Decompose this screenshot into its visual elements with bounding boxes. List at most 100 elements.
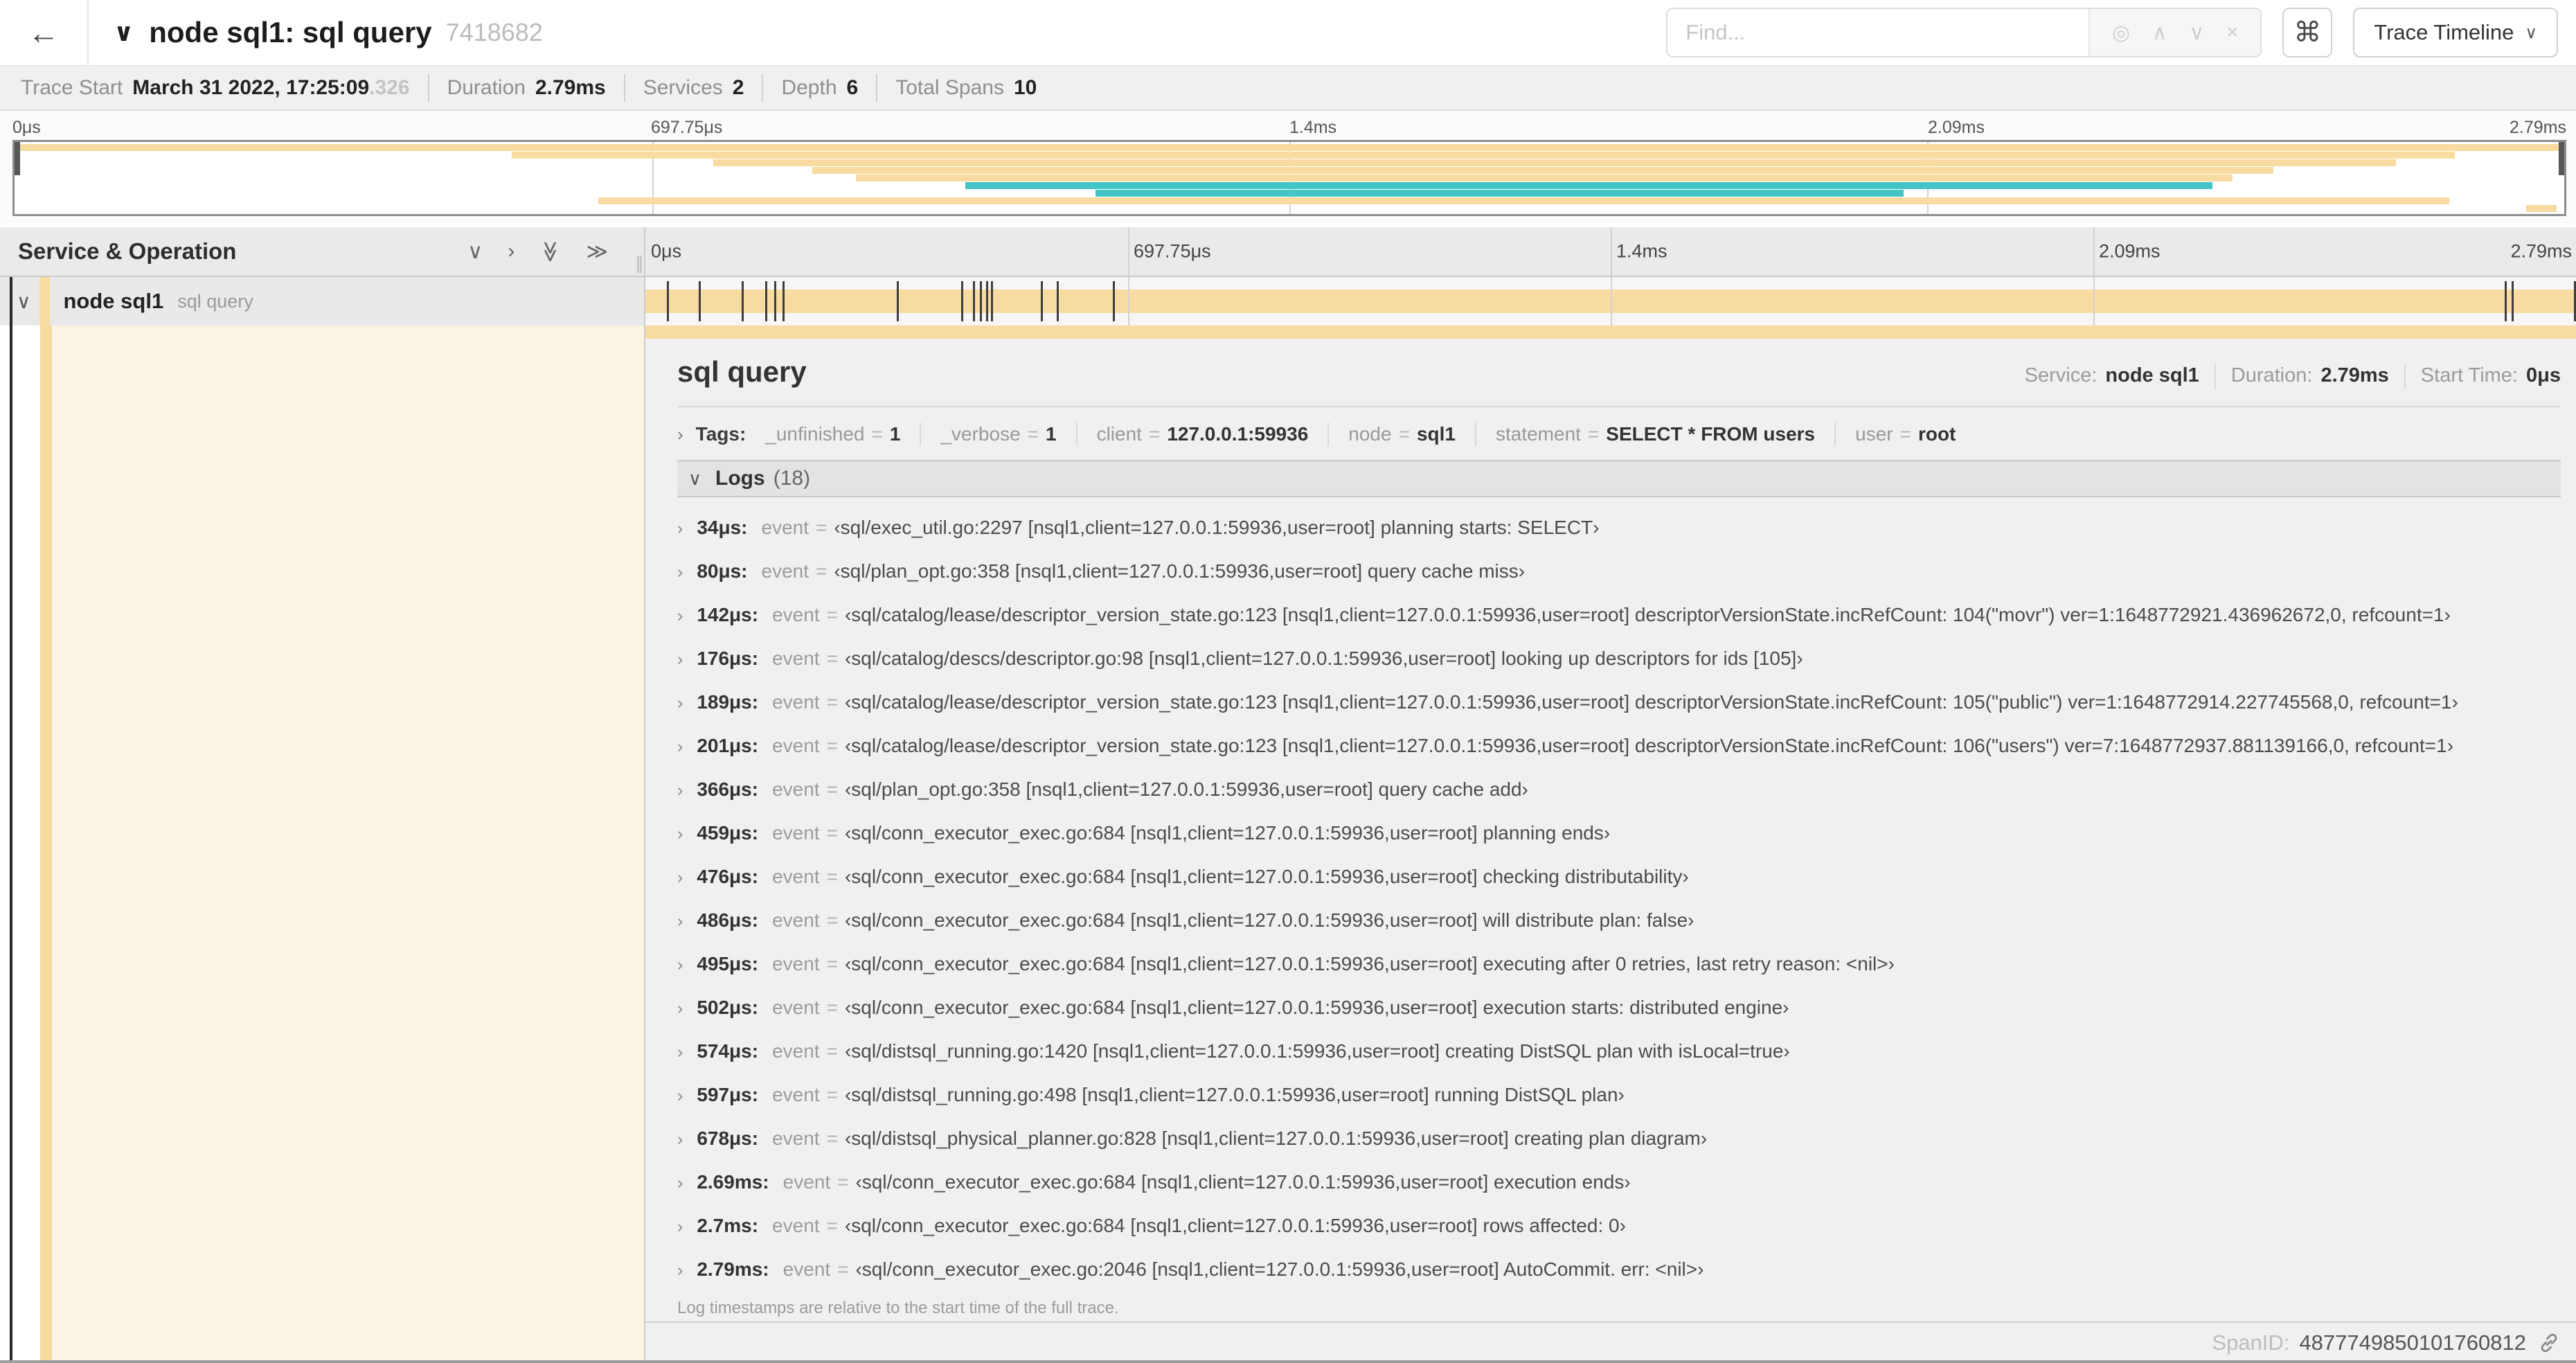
tag-item: client = 127.0.0.1:59936 bbox=[1097, 423, 1309, 445]
summary-item: Trace Start March 31 2022, 17:25:09.326 bbox=[3, 74, 428, 102]
chevron-right-icon[interactable]: › bbox=[677, 650, 683, 670]
span-service-name: node sql1 bbox=[63, 289, 164, 313]
log-marker-tick bbox=[990, 281, 993, 321]
log-row[interactable]: › 201μs: event = ‹sql/catalog/lease/descript… bbox=[677, 735, 2561, 757]
trace-summary-bar: Trace Start March 31 2022, 17:25:09.326 Du… bbox=[0, 65, 2576, 111]
next-match-icon[interactable]: ∨ bbox=[2189, 21, 2204, 45]
log-field-value: ‹sql/distsql_physical_planner.go:828 [ns… bbox=[844, 1128, 1708, 1149]
chevron-down-icon[interactable]: ∨ bbox=[688, 468, 701, 490]
tag-equals: = bbox=[1148, 423, 1161, 445]
log-row[interactable]: › 142μs: event = ‹sql/catalog/lease/descript… bbox=[677, 604, 2561, 626]
log-field-value: ‹sql/plan_opt.go:358 [nsql1,client=127.0… bbox=[834, 560, 1526, 582]
minimap-left-handle[interactable] bbox=[15, 142, 20, 175]
log-field-value: ‹sql/conn_executor_exec.go:684 [nsql1,cl… bbox=[844, 866, 1689, 887]
chevron-right-icon[interactable]: › bbox=[677, 1086, 683, 1106]
chevron-right-icon[interactable]: › bbox=[677, 868, 683, 888]
logs-count: (18) bbox=[773, 467, 811, 490]
expanded-row-accent bbox=[10, 277, 12, 326]
find-input[interactable] bbox=[1667, 9, 2089, 56]
log-field-equals: = bbox=[826, 778, 838, 800]
log-row[interactable]: › 597μs: event = ‹sql/distsql_running.go:498… bbox=[677, 1084, 2561, 1106]
log-row[interactable]: › 574μs: event = ‹sql/distsql_running.go:142… bbox=[677, 1040, 2561, 1062]
find-buttons: ◎ ∧ ∨ × bbox=[2088, 9, 2261, 56]
expand-all-icon[interactable]: ≫ bbox=[587, 240, 608, 264]
chevron-right-icon[interactable]: › bbox=[677, 606, 683, 626]
match-target-icon[interactable]: ◎ bbox=[2112, 21, 2130, 45]
view-selector-button[interactable]: Trace Timeline ∨ bbox=[2353, 8, 2558, 57]
timeline-gridline bbox=[1611, 277, 1612, 326]
log-field-key: event bbox=[772, 778, 820, 800]
log-row[interactable]: › 2.69ms: event = ‹sql/conn_executor_exec.go… bbox=[677, 1171, 2561, 1193]
log-field-key: event bbox=[772, 953, 820, 974]
log-field-key: event bbox=[772, 909, 820, 931]
chevron-right-icon[interactable]: › bbox=[677, 1130, 683, 1150]
log-marker-tick bbox=[896, 281, 899, 321]
clear-find-icon[interactable]: × bbox=[2226, 21, 2239, 44]
keyboard-shortcuts-button[interactable]: ⌘ bbox=[2282, 8, 2333, 57]
chevron-right-icon[interactable]: › bbox=[677, 737, 683, 757]
logs-header[interactable]: ∨ Logs (18) bbox=[677, 460, 2561, 497]
chevron-right-icon[interactable]: › bbox=[677, 1260, 683, 1281]
chevron-down-icon[interactable]: ∨ bbox=[17, 290, 31, 313]
log-row[interactable]: › 486μs: event = ‹sql/conn_executor_exec.go:… bbox=[677, 909, 2561, 932]
log-row[interactable]: › 34μs: event = ‹sql/exec_util.go:2297 [nsql… bbox=[677, 517, 2561, 539]
log-field-equals: = bbox=[826, 648, 838, 669]
minimap-canvas[interactable] bbox=[12, 140, 2566, 216]
log-row[interactable]: › 476μs: event = ‹sql/conn_executor_exec.go:… bbox=[677, 866, 2561, 888]
ruler-tick-label: 697.75μs bbox=[1134, 240, 1211, 262]
collapse-controls: ∨ › ≫ ≫ bbox=[467, 240, 608, 264]
log-field-value: ‹sql/catalog/descs/descriptor.go:98 [nsq… bbox=[844, 648, 1803, 669]
expand-one-icon[interactable]: › bbox=[508, 240, 515, 264]
tag-key: _verbose bbox=[940, 423, 1021, 445]
log-row[interactable]: › 495μs: event = ‹sql/conn_executor_exec.go:… bbox=[677, 953, 2561, 975]
chevron-right-icon[interactable]: › bbox=[677, 824, 683, 844]
log-row[interactable]: › 189μs: event = ‹sql/catalog/lease/descript… bbox=[677, 691, 2561, 713]
log-row[interactable]: › 366μs: event = ‹sql/plan_opt.go:358 [nsql1… bbox=[677, 778, 2561, 801]
chevron-right-icon[interactable]: › bbox=[677, 693, 683, 713]
minimap-right-handle[interactable] bbox=[2559, 142, 2564, 175]
log-row[interactable]: › 678μs: event = ‹sql/distsql_physical_plann… bbox=[677, 1128, 2561, 1150]
collapse-all-icon[interactable]: ≫ bbox=[538, 240, 562, 262]
prev-match-icon[interactable]: ∧ bbox=[2152, 21, 2167, 45]
chevron-right-icon[interactable]: › bbox=[677, 999, 683, 1019]
minimap-axis-label: 697.75μs bbox=[651, 118, 723, 137]
chevron-right-icon[interactable]: › bbox=[677, 1217, 683, 1237]
log-field-value: ‹sql/conn_executor_exec.go:684 [nsql1,cl… bbox=[844, 997, 1789, 1018]
chevron-right-icon[interactable]: › bbox=[677, 911, 683, 932]
span-row-name-cell[interactable]: ∨ node sql1 sql query bbox=[0, 277, 645, 326]
span-meta-item: Service: node sql1 bbox=[2010, 364, 2215, 389]
minimap-span-bar bbox=[856, 175, 2233, 181]
log-timestamp: 476μs: bbox=[697, 866, 759, 887]
tag-separator bbox=[1474, 422, 1476, 446]
chevron-right-icon[interactable]: › bbox=[677, 781, 683, 801]
log-row[interactable]: › 176μs: event = ‹sql/catalog/descs/descript… bbox=[677, 648, 2561, 670]
chevron-down-icon: ∨ bbox=[2525, 23, 2537, 42]
span-meta-label: Duration: bbox=[2230, 364, 2313, 386]
chevron-right-icon[interactable]: › bbox=[677, 562, 683, 582]
trace-id: 7418682 bbox=[445, 18, 543, 46]
log-marker-tick bbox=[960, 281, 963, 321]
tag-item: user = root bbox=[1855, 423, 1956, 445]
summary-item: Total Spans 10 bbox=[876, 74, 1055, 102]
chevron-right-icon[interactable]: › bbox=[677, 424, 683, 445]
deep-link-icon[interactable] bbox=[2537, 1331, 2561, 1355]
collapse-one-icon[interactable]: ∨ bbox=[467, 240, 483, 264]
tags-row[interactable]: › Tags: _unfinished = 1 _verbose = 1 client = 12… bbox=[677, 422, 2561, 446]
log-row[interactable]: › 459μs: event = ‹sql/conn_executor_exec.go:… bbox=[677, 822, 2561, 844]
chevron-right-icon[interactable]: › bbox=[677, 955, 683, 975]
log-marker-tick bbox=[782, 281, 785, 321]
minimap-axis-label: 2.09ms bbox=[1928, 118, 1985, 137]
chevron-right-icon[interactable]: › bbox=[677, 1042, 683, 1062]
log-row[interactable]: › 2.7ms: event = ‹sql/conn_executor_exec.go:… bbox=[677, 1215, 2561, 1237]
log-row[interactable]: › 2.79ms: event = ‹sql/conn_executor_exec.go… bbox=[677, 1258, 2561, 1281]
back-button[interactable]: ← bbox=[0, 0, 89, 65]
log-marker-tick bbox=[1040, 281, 1043, 321]
log-row[interactable]: › 80μs: event = ‹sql/plan_opt.go:358 [nsql1,… bbox=[677, 560, 2561, 582]
tag-separator bbox=[920, 422, 922, 446]
chevron-right-icon[interactable]: › bbox=[677, 1173, 683, 1193]
trace-collapse-icon[interactable]: ∨ bbox=[114, 18, 134, 47]
column-resize-grip[interactable]: ∥ bbox=[635, 253, 644, 274]
chevron-right-icon[interactable]: › bbox=[677, 519, 683, 539]
log-marker-tick bbox=[1056, 281, 1059, 321]
log-row[interactable]: › 502μs: event = ‹sql/conn_executor_exec.go:… bbox=[677, 997, 2561, 1019]
